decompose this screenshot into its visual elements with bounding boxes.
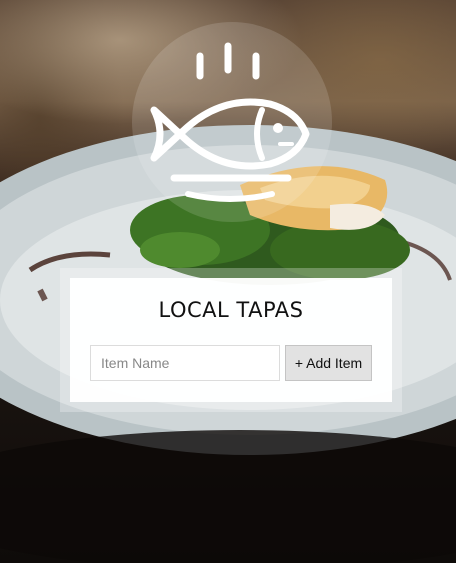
page-title: LOCAL TAPAS [158,298,304,322]
add-item-card: LOCAL TAPAS + Add Item [70,278,392,402]
item-name-input[interactable] [90,345,280,381]
fish-on-plate-icon [150,42,310,202]
add-item-button[interactable]: + Add Item [285,345,372,381]
app-page: LOCAL TAPAS + Add Item [0,0,456,563]
